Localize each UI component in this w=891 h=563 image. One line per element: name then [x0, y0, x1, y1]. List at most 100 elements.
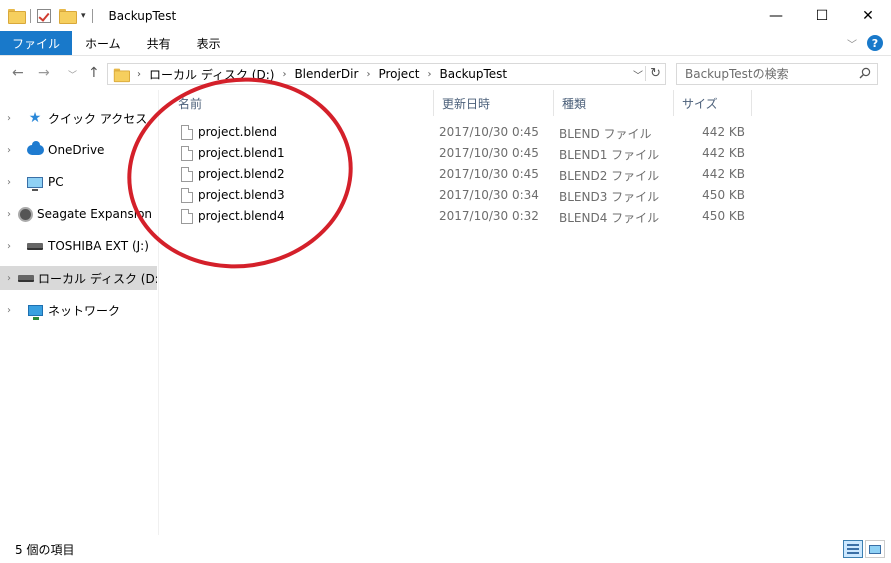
- expand-arrow-icon[interactable]: ›: [7, 209, 11, 220]
- close-button[interactable]: ✕: [845, 0, 891, 31]
- chevron-right-icon[interactable]: ›: [428, 69, 432, 80]
- table-row[interactable]: project.blend4 2017/10/30 0:32 BLEND4 ファ…: [170, 206, 760, 227]
- sidebar-item-label: ローカル ディスク (D:): [38, 271, 157, 286]
- table-row[interactable]: project.blend1 2017/10/30 0:45 BLEND1 ファ…: [170, 143, 760, 164]
- help-icon[interactable]: ?: [867, 35, 883, 51]
- file-type: BLEND2 ファイル: [559, 169, 660, 183]
- file-date: 2017/10/30 0:34: [439, 188, 539, 202]
- file-size: 450 KB: [702, 188, 745, 202]
- properties-icon[interactable]: [37, 8, 51, 23]
- file-date: 2017/10/30 0:32: [439, 209, 539, 223]
- recent-locations-icon[interactable]: ﹀: [68, 68, 77, 81]
- chevron-right-icon[interactable]: ›: [137, 69, 141, 80]
- tab-share[interactable]: 共有: [134, 31, 184, 55]
- tab-file[interactable]: ファイル: [0, 31, 73, 55]
- navigation-pane: › ★ クイック アクセス › OneDrive › PC › Seagate …: [0, 90, 159, 535]
- quick-access-toolbar: ▾: [0, 0, 99, 31]
- status-bar: 5 個の項目: [0, 535, 891, 563]
- new-folder-icon[interactable]: [59, 9, 77, 24]
- sidebar-item-local-disk[interactable]: › ローカル ディスク (D:): [0, 266, 157, 290]
- folder-icon: [113, 68, 130, 82]
- toolbar-separator: [30, 8, 31, 23]
- file-size: 442 KB: [702, 167, 745, 181]
- tab-view[interactable]: 表示: [184, 31, 234, 55]
- file-type: BLEND1 ファイル: [559, 148, 660, 162]
- cloud-icon: [26, 141, 44, 158]
- star-icon: ★: [28, 110, 42, 126]
- file-icon: [181, 188, 193, 203]
- file-name: project.blend: [198, 125, 278, 139]
- toolbar-separator: [91, 8, 93, 23]
- expand-arrow-icon[interactable]: ›: [7, 241, 19, 252]
- sidebar-item-label: ネットワーク: [48, 303, 121, 318]
- details-view-icon: [847, 544, 859, 554]
- ribbon-controls: ﹀ ?: [847, 35, 883, 51]
- sidebar-item-label: Seagate Expansion Dr: [37, 207, 157, 221]
- navigation-bar: ← → ﹀ ↑ › ローカル ディスク (D:) › BlenderDir › …: [0, 56, 891, 90]
- address-dropdown-icon[interactable]: ﹀: [633, 67, 643, 82]
- file-size: 450 KB: [702, 209, 745, 223]
- file-name: project.blend3: [198, 188, 285, 202]
- disk-icon: [18, 206, 33, 222]
- breadcrumb-backuptest[interactable]: BackupTest: [440, 67, 508, 81]
- expand-arrow-icon[interactable]: ›: [7, 273, 11, 284]
- column-header-date[interactable]: 更新日時: [434, 90, 554, 116]
- ribbon-tabs: ファイル ホーム 共有 表示 ﹀ ?: [0, 31, 891, 56]
- column-header-type[interactable]: 種類: [554, 90, 674, 116]
- details-view-button[interactable]: [843, 540, 863, 558]
- table-row[interactable]: project.blend2 2017/10/30 0:45 BLEND2 ファ…: [170, 164, 760, 185]
- sidebar-item-toshiba[interactable]: › TOSHIBA EXT (J:): [0, 234, 157, 258]
- sidebar-item-pc[interactable]: › PC: [0, 170, 157, 194]
- title-bar: ▾ BackupTest — ☐ ✕: [0, 0, 891, 31]
- forward-arrow-icon[interactable]: →: [38, 65, 50, 81]
- sidebar-item-seagate[interactable]: › Seagate Expansion Dr: [0, 202, 157, 226]
- table-row[interactable]: project.blend 2017/10/30 0:45 BLEND ファイル…: [170, 122, 760, 143]
- sidebar-item-network[interactable]: › ネットワーク: [0, 298, 157, 322]
- chevron-down-icon[interactable]: ﹀: [847, 36, 857, 51]
- expand-arrow-icon[interactable]: ›: [7, 305, 19, 316]
- file-date: 2017/10/30 0:45: [439, 146, 539, 160]
- table-row[interactable]: project.blend3 2017/10/30 0:34 BLEND3 ファ…: [170, 185, 760, 206]
- address-bar[interactable]: › ローカル ディスク (D:) › BlenderDir › Project …: [107, 63, 666, 85]
- file-icon: [181, 209, 193, 224]
- column-header-size[interactable]: サイズ: [674, 90, 752, 116]
- search-input[interactable]: [685, 67, 850, 81]
- drive-icon: [26, 238, 44, 254]
- window-title: BackupTest: [108, 8, 177, 23]
- large-icons-view-button[interactable]: [865, 540, 885, 558]
- sidebar-item-onedrive[interactable]: › OneDrive: [0, 138, 157, 162]
- chevron-right-icon[interactable]: ›: [366, 69, 370, 80]
- maximize-button[interactable]: ☐: [799, 0, 845, 31]
- expand-arrow-icon[interactable]: ›: [7, 113, 19, 124]
- network-icon: [26, 302, 44, 320]
- file-name: project.blend2: [198, 167, 285, 181]
- tab-home[interactable]: ホーム: [72, 31, 134, 55]
- window-controls: — ☐ ✕: [753, 0, 891, 31]
- sidebar-item-label: クイック アクセス: [48, 111, 148, 126]
- item-count: 5 個の項目: [15, 542, 75, 557]
- breadcrumb-blenderdir[interactable]: BlenderDir: [294, 67, 358, 81]
- search-box[interactable]: [676, 63, 878, 85]
- search-icon[interactable]: [859, 67, 871, 79]
- file-type: BLEND ファイル: [559, 127, 652, 141]
- column-header-name[interactable]: 名前: [170, 90, 434, 116]
- sidebar-item-quick-access[interactable]: › ★ クイック アクセス: [0, 106, 157, 130]
- file-name: project.blend1: [198, 146, 285, 160]
- refresh-icon[interactable]: ↻: [645, 66, 661, 81]
- chevron-right-icon[interactable]: ›: [282, 69, 286, 80]
- file-list: 名前 更新日時 種類 サイズ project.blend 2017/10/30 …: [160, 90, 891, 535]
- expand-arrow-icon[interactable]: ›: [7, 177, 19, 188]
- sidebar-item-label: TOSHIBA EXT (J:): [48, 239, 149, 253]
- minimize-button[interactable]: —: [753, 0, 799, 31]
- breadcrumb-project[interactable]: Project: [378, 67, 419, 81]
- sidebar-item-label: PC: [48, 175, 64, 189]
- breadcrumb-local-disk[interactable]: ローカル ディスク (D:): [149, 66, 274, 83]
- back-arrow-icon[interactable]: ←: [12, 65, 24, 81]
- file-icon: [181, 167, 193, 182]
- file-size: 442 KB: [702, 125, 745, 139]
- expand-arrow-icon[interactable]: ›: [7, 145, 19, 156]
- file-type: BLEND3 ファイル: [559, 190, 660, 204]
- up-arrow-icon[interactable]: ↑: [88, 65, 100, 81]
- view-switcher: [843, 540, 885, 558]
- customize-toolbar-icon[interactable]: ▾: [81, 11, 86, 21]
